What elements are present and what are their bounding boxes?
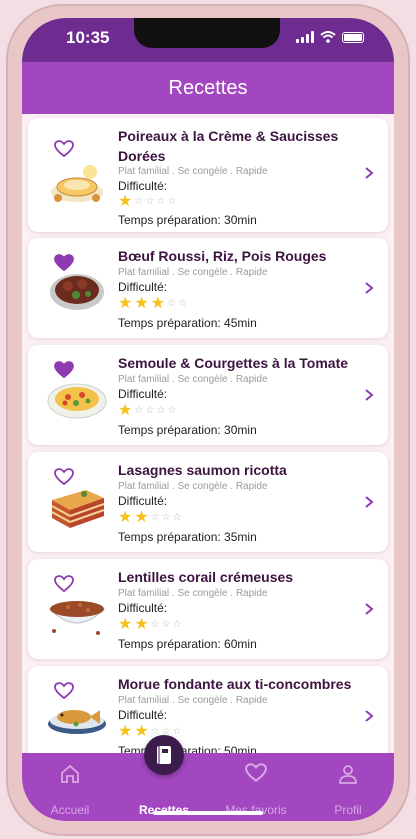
heart-icon (245, 763, 267, 782)
recipe-card[interactable]: Lasagnes saumon ricotta Plat familial . … (28, 452, 388, 552)
difficulty-stars: ★ ☆ ☆ ☆ ☆ (118, 194, 176, 210)
star-empty-icon: ☆ (161, 512, 171, 523)
star-filled-icon: ★ (134, 509, 149, 526)
soup-plate-icon (51, 165, 103, 202)
recipe-book-icon (157, 746, 171, 764)
star-empty-icon: ☆ (156, 405, 166, 416)
star-empty-icon: ☆ (150, 512, 160, 523)
difficulty-label: Difficulté: (118, 708, 168, 722)
lasagna-icon (51, 490, 105, 528)
star-filled-icon: ★ (118, 509, 133, 526)
star-empty-icon: ☆ (134, 196, 144, 207)
star-empty-icon: ☆ (161, 619, 171, 630)
star-filled-icon: ★ (150, 295, 166, 312)
star-filled-icon: ★ (134, 616, 149, 633)
chevron-right-icon[interactable] (364, 495, 374, 509)
status-time: 10:35 (66, 28, 110, 47)
prep-time: Temps préparation: 30min (118, 213, 257, 227)
recipe-tags: Plat familial . Se congèle . Rapide (118, 166, 268, 177)
chevron-right-icon[interactable] (364, 166, 374, 180)
star-filled-icon: ★ (134, 295, 149, 312)
prep-time: Temps préparation: 30min (118, 423, 257, 437)
user-icon (339, 765, 357, 784)
difficulty-label: Difficulté: (118, 179, 168, 193)
nav-label: Accueil (50, 803, 90, 817)
recipe-tags: Plat familial . Se congèle . Rapide (118, 481, 268, 492)
home-icon (61, 764, 79, 783)
recipe-card[interactable]: Lentilles corail crémeuses Plat familial… (28, 559, 388, 659)
chevron-right-icon[interactable] (364, 602, 374, 616)
recipe-card[interactable]: Morue fondante aux ti-concombres Plat fa… (28, 666, 388, 766)
active-indicator (144, 735, 184, 775)
difficulty-label: Difficulté: (118, 494, 168, 508)
star-filled-icon: ★ (118, 193, 133, 210)
star-empty-icon: ☆ (172, 512, 182, 523)
star-empty-icon: ☆ (172, 619, 182, 630)
camera-notch (134, 18, 280, 48)
star-empty-icon: ☆ (178, 298, 187, 309)
star-filled-icon: ★ (118, 402, 133, 419)
prep-time: Temps préparation: 35min (118, 530, 257, 544)
status-bar: 10:35 (22, 18, 394, 62)
recipe-title: Bœuf Roussi, Riz, Pois Rouges (118, 248, 327, 264)
star-filled-icon: ★ (118, 295, 133, 312)
difficulty-label: Difficulté: (118, 280, 168, 294)
nav-item-profil[interactable]: Profil (308, 753, 388, 821)
home-indicator (153, 811, 263, 815)
star-empty-icon: ☆ (150, 619, 160, 630)
difficulty-stars: ★ ★ ☆ ☆ ☆ (118, 617, 182, 633)
nav-label: Profil (334, 803, 362, 817)
recipe-card[interactable]: Poireaux à la Crème & Saucisses Dorées P… (28, 118, 388, 232)
recipe-tags: Plat familial . Se congèle . Rapide (118, 588, 268, 599)
battery-icon (342, 31, 364, 43)
recipe-card[interactable]: Bœuf Roussi, Riz, Pois Rouges Plat famil… (28, 238, 388, 338)
recipe-title: Lasagnes saumon ricotta (118, 462, 287, 478)
recipe-title: Poireaux à la Crème & Saucisses Dorées (118, 128, 339, 164)
prep-time: Temps préparation: 45min (118, 316, 257, 330)
star-empty-icon: ☆ (145, 405, 155, 416)
bottom-nav: Accueil Recettes Mes favoris Profil (22, 735, 394, 821)
app-screen: 10:35 Recettes Poireaux à la Crème & Sau… (22, 18, 394, 821)
star-empty-icon: ☆ (167, 405, 177, 416)
recipe-tags: Plat familial . Se congèle . Rapide (118, 695, 268, 706)
lentil-bowl-icon (48, 601, 106, 635)
star-filled-icon: ★ (118, 616, 133, 633)
chevron-right-icon[interactable] (364, 388, 374, 402)
nav-item-accueil[interactable]: Accueil (30, 753, 110, 821)
star-empty-icon: ☆ (156, 196, 166, 207)
signal-icon (296, 31, 314, 43)
recipe-tags: Plat familial . Se congèle . Rapide (118, 267, 268, 278)
star-empty-icon: ☆ (167, 196, 177, 207)
difficulty-stars: ★ ★ ☆ ☆ ☆ (118, 510, 182, 526)
app-header: Recettes (22, 62, 394, 114)
difficulty-label: Difficulté: (118, 387, 168, 401)
prep-time: Temps préparation: 60min (118, 637, 257, 651)
difficulty-label: Difficulté: (118, 601, 168, 615)
semolina-plate-icon (47, 383, 107, 419)
stew-bowl-icon (50, 274, 104, 310)
chevron-right-icon[interactable] (364, 709, 374, 723)
star-empty-icon: ☆ (145, 196, 155, 207)
difficulty-stars: ★ ☆ ☆ ☆ ☆ (118, 403, 176, 419)
recipe-title: Morue fondante aux ti-concombres (118, 676, 352, 692)
star-filled-icon: ★ (118, 723, 133, 740)
difficulty-stars: ★ ★ ★ ☆ ☆ (118, 296, 187, 312)
page-title: Recettes (168, 77, 248, 99)
recipe-card[interactable]: Semoule & Courgettes à la Tomate Plat fa… (28, 345, 388, 445)
recipe-title: Semoule & Courgettes à la Tomate (118, 355, 349, 371)
fish-plate-icon (48, 710, 106, 734)
recipe-title: Lentilles corail crémeuses (118, 569, 294, 585)
recipe-tags: Plat familial . Se congèle . Rapide (118, 374, 268, 385)
star-empty-icon: ☆ (167, 298, 176, 309)
wifi-icon (320, 31, 336, 43)
status-icons (296, 31, 364, 43)
chevron-right-icon[interactable] (364, 281, 374, 295)
star-empty-icon: ☆ (134, 405, 144, 416)
